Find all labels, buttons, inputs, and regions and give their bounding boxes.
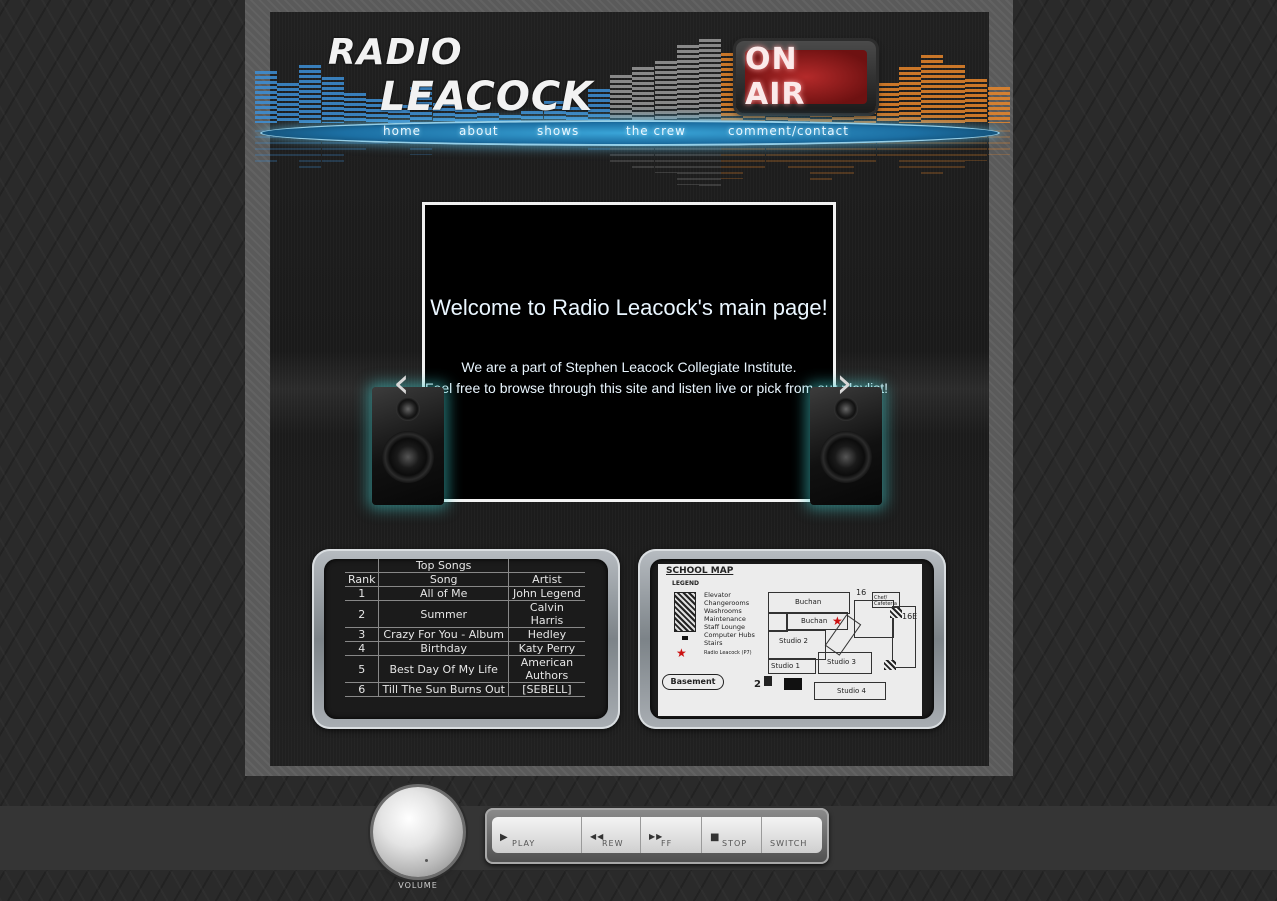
legend-item: Computer Hubs — [704, 631, 755, 639]
song-cell: Crazy For You - Album — [378, 627, 509, 642]
artist-cell: Hedley — [507, 627, 585, 642]
header-artist: Artist — [507, 572, 585, 587]
nav-home[interactable]: home — [383, 124, 421, 142]
map-legend-title: LEGEND — [672, 580, 699, 587]
slide-title: Welcome to Radio Leacock's main page! — [430, 295, 828, 320]
switch-button[interactable]: SWITCH — [762, 817, 822, 853]
radio-leacock-star-icon: ★ — [832, 614, 843, 628]
logo-line-1: RADIO — [328, 32, 463, 73]
nav-the-crew[interactable]: the crew — [626, 124, 686, 142]
woofer — [382, 431, 434, 483]
legend-item: Washrooms — [704, 607, 742, 615]
map-stairs — [764, 676, 772, 686]
map-room-label: 16E — [902, 612, 918, 621]
rank-cell: 4 — [345, 641, 379, 656]
legend-item: Changerooms — [704, 599, 750, 607]
song-cell: Best Day Of My Life — [378, 655, 509, 683]
header-rank: Rank — [345, 572, 379, 587]
table-row: 4 Birthday Katy Perry — [345, 641, 585, 656]
switch-label: SWITCH — [770, 839, 808, 848]
play-button[interactable]: ▶ PLAY — [492, 817, 582, 853]
nav-shows[interactable]: shows — [537, 124, 579, 142]
legend-item: Elevator — [704, 591, 731, 599]
play-icon: ▶ — [500, 832, 509, 843]
rank-cell: 6 — [345, 682, 379, 697]
stop-icon: ■ — [710, 832, 721, 843]
nav-about[interactable]: about — [459, 124, 499, 142]
fast-forward-label: FF — [661, 839, 673, 848]
fast-forward-button[interactable]: ▶▶ FF — [641, 817, 702, 853]
map-room: Studio 3 — [818, 652, 872, 674]
map-room: Studio 1 — [768, 658, 816, 674]
legend-item: Radio Leacock (P7) — [704, 650, 752, 656]
volume-knob[interactable] — [373, 787, 463, 877]
rank-cell: 3 — [345, 627, 379, 642]
welcome-slider: Welcome to Radio Leacock's main page! We… — [422, 202, 888, 502]
logo-line-2: LEACOCK — [380, 74, 594, 120]
top-songs-table: Top Songs Rank Song Artist 1 All of Me Joh… — [345, 559, 585, 697]
song-cell: All of Me — [378, 586, 509, 601]
map-room: Studio 4 — [814, 682, 886, 700]
woofer — [820, 431, 872, 483]
knob-indicator — [425, 859, 428, 862]
map-stairs — [784, 678, 802, 690]
slide-text-line-2: Feel free to browse through this site an… — [425, 380, 888, 396]
stop-label: STOP — [722, 839, 748, 848]
rewind-button[interactable]: ◀◀ REW — [582, 817, 641, 853]
artist-cell: Katy Perry — [507, 641, 585, 656]
legend-stairs-swatch — [682, 636, 688, 640]
on-air-sign: ON AIR — [736, 41, 876, 113]
table-row: 3 Crazy For You - Album Hedley — [345, 627, 585, 642]
legend-item: Maintenance — [704, 615, 746, 623]
song-cell: Till The Sun Burns Out — [378, 682, 509, 697]
table-row: 6 Till The Sun Burns Out [SEBELL] — [345, 682, 585, 697]
artist-cell: American Authors — [507, 655, 585, 683]
rank-cell: 5 — [345, 655, 379, 683]
map-room — [768, 612, 788, 632]
volume-label: VOLUME — [398, 881, 438, 890]
table-row: 2 Summer Calvin Harris — [345, 600, 585, 628]
rank-cell: 1 — [345, 586, 379, 601]
artist-cell: [SEBELL] — [507, 682, 585, 697]
artist-cell: John Legend — [507, 586, 585, 601]
chevron-right-icon[interactable]: › — [836, 362, 853, 404]
school-map[interactable]: SCHOOL MAP LEGEND ★ Elevator Changerooms… — [658, 564, 922, 716]
map-marker — [884, 660, 896, 670]
stop-button[interactable]: ■ STOP — [702, 817, 762, 853]
map-title: SCHOOL MAP — [666, 566, 734, 576]
rewind-label: REW — [602, 839, 624, 848]
song-cell: Summer — [378, 600, 509, 628]
map-room: Buchan — [768, 592, 850, 614]
song-cell: Birthday — [378, 641, 509, 656]
chevron-left-icon[interactable]: ‹ — [393, 362, 410, 404]
legend-item: Stairs — [704, 639, 723, 647]
map-marker — [890, 608, 902, 618]
top-songs-panel: Top Songs Rank Song Artist 1 All of Me Joh… — [312, 549, 620, 729]
slide-text-line-1: We are a part of Stephen Leacock Collegi… — [461, 359, 797, 375]
star-icon: ★ — [676, 646, 687, 660]
legend-item: Staff Lounge — [704, 623, 746, 631]
nav-comment-contact[interactable]: comment/contact — [728, 124, 849, 142]
artist-cell: Calvin Harris — [507, 600, 585, 628]
table-row: 5 Best Day Of My Life American Authors — [345, 655, 585, 683]
header-song: Song — [378, 572, 509, 587]
map-room-label: 16 — [856, 588, 867, 597]
table-caption: Top Songs — [378, 559, 509, 573]
rank-cell: 2 — [345, 600, 379, 628]
on-air-label: ON AIR — [745, 42, 867, 112]
map-room-label: 2 — [754, 679, 761, 690]
legend-swatches — [674, 592, 696, 632]
map-floor-label: Basement — [662, 674, 724, 690]
table-row: 1 All of Me John Legend — [345, 586, 585, 601]
play-label: PLAY — [512, 839, 536, 848]
